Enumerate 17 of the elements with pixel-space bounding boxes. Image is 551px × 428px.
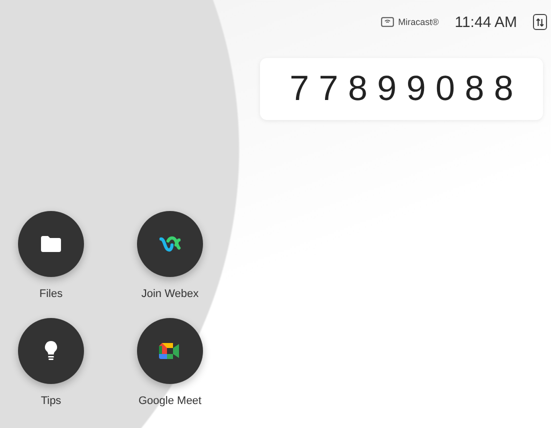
- app-button[interactable]: [137, 318, 203, 384]
- app-button[interactable]: [18, 318, 84, 384]
- video-camera-icon: [158, 342, 182, 360]
- dialed-number-display[interactable]: 7 7 8 9 9 0 8 8: [260, 58, 543, 120]
- app-label: Google Meet: [138, 395, 202, 407]
- folder-icon: [40, 235, 62, 253]
- swap-arrows-icon[interactable]: [533, 14, 547, 30]
- app-label: Join Webex: [141, 288, 199, 300]
- clock-time: 11:44 AM: [454, 14, 517, 30]
- miracast-label: Miracast®: [398, 17, 439, 27]
- app-label: Files: [39, 288, 63, 300]
- screen-share-icon: [381, 17, 394, 27]
- webex-logo-icon: [159, 236, 181, 252]
- lightbulb-icon: [44, 340, 58, 362]
- app-button[interactable]: [18, 211, 84, 277]
- app-label: Tips: [40, 395, 62, 407]
- app-button[interactable]: [137, 211, 203, 277]
